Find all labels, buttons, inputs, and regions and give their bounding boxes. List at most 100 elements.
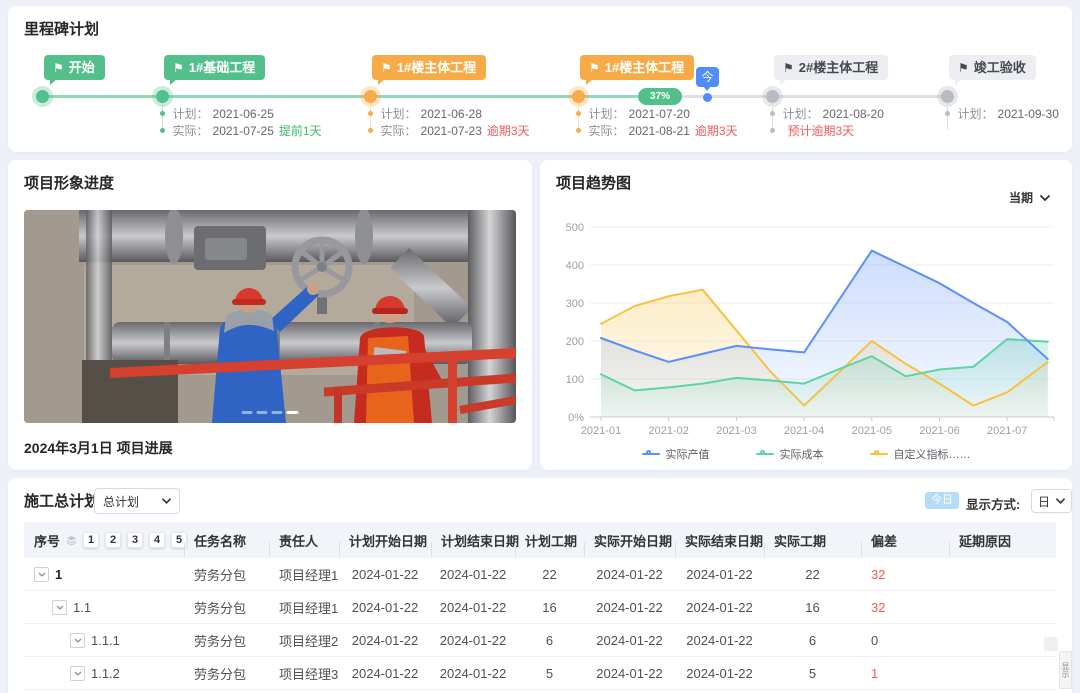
period-selector[interactable]: 当期: [1009, 189, 1050, 206]
column-header: 实际开始日期: [584, 531, 675, 550]
timeline-done-segment: [42, 95, 638, 98]
date-value: 2021-09-30: [998, 107, 1059, 121]
date-value: 2021-08-20: [823, 107, 884, 121]
column-header: 计划结束日期: [431, 531, 515, 550]
milestone-dates: 计划：2021-06-28实际：2021-07-23逾期3天: [368, 105, 530, 139]
date-label: 实际：: [381, 122, 417, 139]
table-cell: 6: [515, 633, 584, 648]
carousel-dot[interactable]: [287, 411, 299, 414]
date-bullet-icon: [160, 111, 165, 116]
legend-circle: [646, 450, 651, 455]
svg-text:0%: 0%: [568, 412, 584, 424]
row-seq: 1.1.1: [91, 633, 120, 648]
flag-icon: ⚑: [958, 61, 969, 75]
row-seq: 1: [55, 567, 62, 582]
level-button[interactable]: 1: [83, 532, 99, 548]
carousel-dot[interactable]: [242, 411, 253, 414]
show-drawer-tab[interactable]: 显示: [1059, 651, 1072, 689]
svg-text:100: 100: [566, 374, 584, 386]
milestone-date-row: 计划：2021-06-25: [160, 105, 322, 122]
chevron-down-icon: [1056, 498, 1065, 504]
date-bullet-icon: [770, 128, 775, 133]
column-header: 实际结束日期: [675, 531, 764, 550]
expand-toggle[interactable]: [34, 567, 49, 582]
table-cell: 劳务分包: [184, 664, 269, 683]
table-cell: 项目经理2: [269, 631, 339, 650]
level-button[interactable]: 4: [149, 532, 165, 548]
date-bullet-icon: [576, 128, 581, 133]
project-photo-illustration: [24, 210, 516, 423]
svg-text:2021-07: 2021-07: [987, 425, 1027, 437]
level-button[interactable]: 3: [127, 532, 143, 548]
flag-icon: ⚑: [53, 61, 64, 75]
table-cell: 5: [515, 666, 584, 681]
date-note: 预计逾期3天: [788, 122, 855, 139]
column-header: 延期原因: [949, 531, 1056, 550]
expand-toggle[interactable]: [52, 600, 67, 615]
plan-type-select-value: 总计划: [103, 493, 139, 510]
svg-text:2021-01: 2021-01: [581, 425, 621, 437]
table-cell: 项目经理1: [269, 598, 339, 617]
date-bullet-icon: [160, 128, 165, 133]
carousel-dot[interactable]: [272, 411, 283, 414]
column-header: 计划开始日期: [339, 531, 431, 550]
photo-card-title: 项目形象进度: [24, 172, 114, 193]
milestone-badge: ⚑1#楼主体工程: [372, 55, 486, 80]
legend-label: 自定义指标……: [894, 446, 971, 462]
today-marker-dot: [703, 93, 712, 102]
carousel-dot[interactable]: [257, 411, 268, 414]
expand-toggle[interactable]: [70, 666, 85, 681]
table-cell: 2024-01-22: [339, 600, 431, 615]
progress-pill: 37%: [638, 88, 682, 105]
table-cell: 2024-01-22: [431, 600, 515, 615]
period-selector-value: 当期: [1009, 189, 1033, 206]
milestone-date-row: 计划：2021-09-30: [945, 105, 1059, 122]
milestone-dot: [156, 90, 169, 103]
table-cell: 劳务分包: [184, 565, 269, 584]
legend-circle: [760, 450, 765, 455]
scrollbar-corner[interactable]: [1044, 637, 1058, 651]
svg-text:400: 400: [566, 260, 584, 272]
milestone-badge: ⚑竣工验收: [949, 55, 1036, 80]
layers-icon: [66, 535, 77, 546]
date-note: 提前1天: [279, 122, 322, 139]
today-marker-badge: 今: [696, 67, 719, 87]
plan-type-select[interactable]: 总计划: [94, 488, 180, 514]
milestone-date-row: 预计逾期3天: [770, 122, 884, 139]
column-header: 计划工期: [515, 531, 584, 550]
date-note: 逾期3天: [487, 122, 530, 139]
legend-item[interactable]: 实际产值: [642, 446, 710, 462]
table-cell: 5: [764, 666, 861, 681]
table-cell: 2024-01-22: [584, 633, 675, 648]
table-cell: 1.1.1: [24, 633, 184, 648]
carousel-dots: [242, 411, 299, 414]
legend-line: [756, 453, 774, 455]
column-header: 实际工期: [764, 531, 861, 550]
chevron-down-icon: [74, 638, 82, 643]
milestone-dot: [941, 90, 954, 103]
chevron-down-icon: [38, 572, 46, 577]
milestone-date-row: 实际：2021-07-25提前1天: [160, 122, 322, 139]
timeline-remaining-segment: [682, 95, 953, 98]
milestone-timeline: 37% 今 ⚑开始⚑1#基础工程计划：2021-06-25实际：2021-07-…: [8, 6, 1072, 152]
flag-icon: ⚑: [783, 61, 794, 75]
row-seq: 1.1: [73, 600, 91, 615]
milestone-dates: 计划：2021-09-30: [945, 105, 1059, 122]
table-cell: 2024-01-22: [584, 666, 675, 681]
expand-toggle[interactable]: [70, 633, 85, 648]
table-cell: 0: [861, 633, 949, 648]
project-photo: [24, 210, 516, 423]
date-label: 计划：: [783, 105, 819, 122]
table-cell: 项目经理1: [269, 565, 339, 584]
legend-item[interactable]: 实际成本: [756, 446, 824, 462]
schedule-table-body: 1劳务分包项目经理12024-01-222024-01-22222024-01-…: [24, 558, 1056, 690]
legend-item[interactable]: 自定义指标……: [870, 446, 971, 462]
column-header-label: 序号: [34, 531, 60, 550]
today-button[interactable]: 今日: [925, 492, 959, 509]
milestone-dates: 计划： 2021-08-20预计逾期3天: [770, 105, 884, 139]
table-cell: 1.1.2: [24, 666, 184, 681]
legend-line: [642, 453, 660, 455]
level-button[interactable]: 2: [105, 532, 121, 548]
flag-icon: ⚑: [173, 61, 184, 75]
display-mode-select[interactable]: 日: [1031, 489, 1072, 513]
